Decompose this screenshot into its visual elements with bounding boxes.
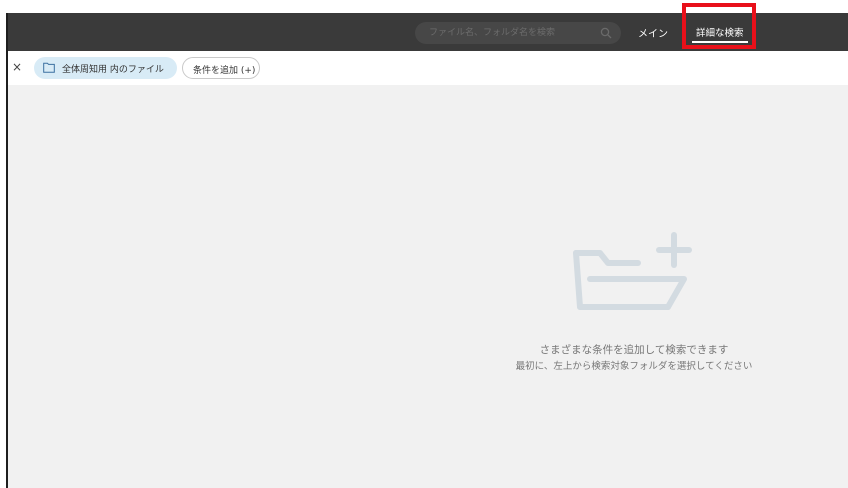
folder-chip-label: 全体周知用 内のファイル <box>62 65 164 75</box>
folder-plus-icon <box>573 232 692 310</box>
search-icon[interactable] <box>600 27 612 39</box>
annotation-highlight-box <box>682 3 756 49</box>
condition-bar: × 全体周知用 内のファイル 条件を追加 (+) <box>8 51 848 85</box>
target-folder-chip[interactable]: 全体周知用 内のファイル <box>34 57 177 79</box>
add-condition-label: 条件を追加 (+) <box>193 66 256 76</box>
folder-icon <box>43 62 55 73</box>
empty-state-message: さまざまな条件を追加して検索できます <box>539 344 729 356</box>
close-icon[interactable]: × <box>12 60 22 74</box>
search-input[interactable] <box>429 25 589 41</box>
nav-main-tab[interactable]: メイン <box>638 25 668 40</box>
app-window: メイン 詳細な検索 × 全体周知用 内のファイル 条件を追加 (+) さまざまな… <box>6 13 848 488</box>
empty-state-hint: 最初に、左上から検索対象フォルダを選択してください <box>515 361 753 372</box>
add-condition-button[interactable]: 条件を追加 (+) <box>182 57 260 79</box>
search-box[interactable] <box>415 22 621 44</box>
